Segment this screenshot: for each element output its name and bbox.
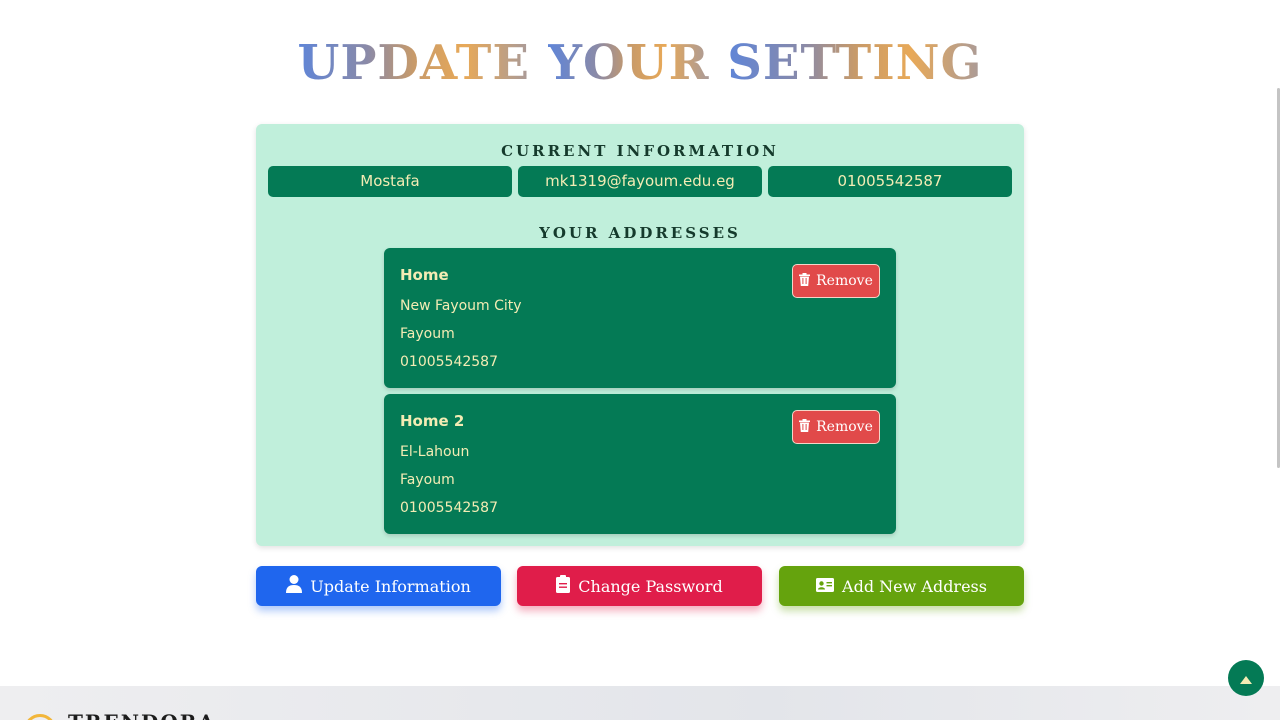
footer-brand: TRENDORA [68,710,216,720]
current-email: mk1319@fayoum.edu.eg [518,166,762,197]
trash-icon [799,272,811,290]
trash-icon [799,418,811,436]
user-icon [286,575,303,597]
update-information-button[interactable]: Update Information [256,566,501,606]
title-part-1: UPDATE [297,35,530,91]
address-phone: 01005542587 [400,354,498,370]
update-information-label: Update Information [310,576,471,596]
change-password-button[interactable]: Change Password [517,566,762,606]
address-street: El-Lahoun [400,444,470,460]
address-phone: 01005542587 [400,500,498,516]
title-part-2: YOUR [547,35,710,91]
remove-address-button[interactable]: Remove [792,410,880,444]
address-city: Fayoum [400,326,455,342]
address-name: Home [400,266,449,284]
clipboard-icon [556,575,571,597]
footer: TRENDORA [0,686,1280,720]
logo-icon [24,714,56,720]
address-name: Home 2 [400,412,465,430]
your-addresses-heading: YOUR ADDRESSES [539,224,741,242]
title-part-3: SETTING [727,35,983,91]
settings-card: CURRENT INFORMATION Mostafa mk1319@fayou… [256,124,1024,546]
change-password-label: Change Password [578,576,723,596]
address-street: New Fayoum City [400,298,522,314]
id-card-icon [816,577,835,596]
remove-label: Remove [816,419,873,435]
current-name: Mostafa [268,166,512,197]
add-new-address-label: Add New Address [842,576,987,596]
current-phone: 01005542587 [768,166,1012,197]
remove-label: Remove [816,273,873,289]
address-card: Home New Fayoum City Fayoum 01005542587 … [384,248,896,388]
caret-up-icon [1240,669,1252,688]
page-title: UPDATE YOUR SETTING [0,34,1280,92]
address-city: Fayoum [400,472,455,488]
add-new-address-button[interactable]: Add New Address [779,566,1024,606]
address-card: Home 2 El-Lahoun Fayoum 01005542587 Remo… [384,394,896,534]
current-information-heading: CURRENT INFORMATION [501,142,779,160]
scroll-to-top-button[interactable] [1228,660,1264,696]
remove-address-button[interactable]: Remove [792,264,880,298]
